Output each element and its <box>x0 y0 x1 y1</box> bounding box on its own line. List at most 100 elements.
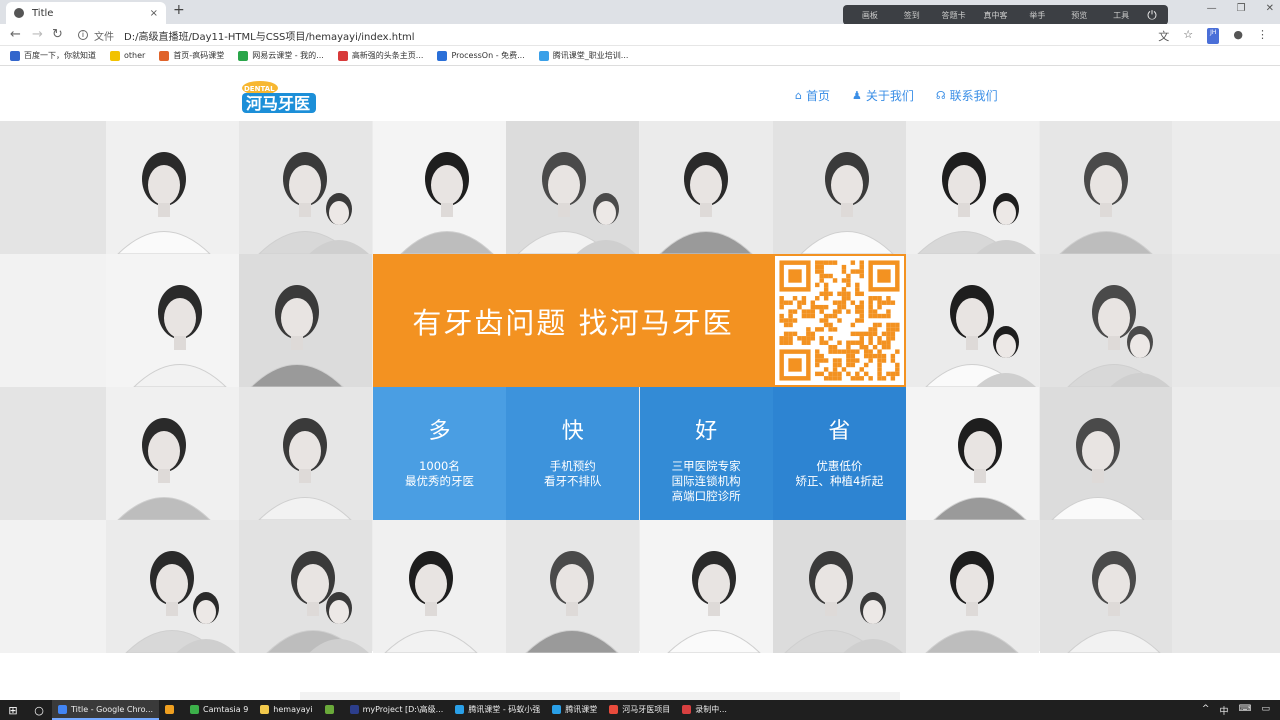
nav-link[interactable]: ☊ 联系我们 <box>936 87 998 104</box>
address-bar-row: ← → ↻ i 文件 D:/高级直播班/Day11-HTML与CSS项目/hem… <box>0 24 1280 46</box>
tray-item[interactable]: ⌨ <box>1238 704 1251 717</box>
tray-item[interactable]: 中 <box>1219 704 1228 717</box>
taskbar-app-label: myProject [D:\高级... <box>362 704 444 714</box>
portrait-photo <box>906 387 1039 520</box>
power-icon[interactable]: ⏻ <box>1142 8 1162 23</box>
nav-link[interactable]: ⌂ 首页 <box>795 87 830 104</box>
new-tab-button[interactable]: + <box>173 2 185 18</box>
search-icon[interactable]: ○ <box>26 704 52 717</box>
tray-item[interactable]: ▭ <box>1261 704 1270 717</box>
bookmark-label: 首页-疯码课堂 <box>173 51 225 60</box>
forward-arrow-icon[interactable]: → <box>32 27 43 42</box>
windows-taskbar: ⊞ ○ Title - Google Chro... Camtasia 9 hema… <box>0 700 1280 720</box>
taskbar-app[interactable] <box>319 700 344 720</box>
faded-photo-edge <box>0 254 106 387</box>
faded-photo-edge <box>1172 520 1280 653</box>
taskbar-app[interactable]: 河马牙医项目 <box>603 700 676 720</box>
tab-close-icon[interactable]: × <box>150 8 158 19</box>
bookmark-item[interactable]: ProcessOn - 免费... <box>437 50 525 61</box>
recorder-tool-5[interactable]: 预览 <box>1058 10 1100 21</box>
banner-slogan: 有牙齿问题 找河马牙医 <box>412 305 734 340</box>
svg-text:河马牙医: 河马牙医 <box>246 94 310 113</box>
recorder-tool-3[interactable]: 真中客 <box>975 10 1017 21</box>
extension-icon[interactable]: JH <box>1207 28 1220 44</box>
bookmark-label: other <box>124 51 146 60</box>
taskbar-app[interactable]: myProject [D:\高级... <box>344 700 450 720</box>
site-logo[interactable]: DENTAL 河马牙医 <box>240 79 318 113</box>
windows-start-icon[interactable]: ⊞ <box>0 704 26 717</box>
browser-tab[interactable]: Title × <box>6 2 166 24</box>
portrait-photo <box>1040 121 1173 254</box>
faded-photo-edge <box>1172 121 1280 254</box>
taskbar-app[interactable]: Camtasia 9 <box>184 700 254 720</box>
reload-icon[interactable]: ↻ <box>52 27 63 42</box>
headset-icon: ☊ <box>935 89 946 102</box>
bookmark-item[interactable]: 网易云课堂 - 我的... <box>238 50 324 61</box>
taskbar-app[interactable]: hemayayi <box>254 700 318 720</box>
portrait-photo <box>906 121 1039 254</box>
taskbar-app[interactable]: 录制中... <box>676 700 733 720</box>
star-icon[interactable]: ☆ <box>1183 28 1193 44</box>
taskbar-app[interactable] <box>159 700 184 720</box>
faded-photo-edge <box>0 387 106 520</box>
maximize-button[interactable]: ❐ <box>1237 3 1246 14</box>
app-icon <box>324 704 334 714</box>
qr-code <box>773 254 906 387</box>
window-controls: — ❐ ✕ <box>1207 3 1274 14</box>
site-nav: ⌂ 首页 ♟ 关于我们 ☊ 联系我们 <box>795 87 998 104</box>
menu-icon[interactable]: ⋮ <box>1257 28 1268 44</box>
bookmark-item[interactable]: 高新强的头条主页... <box>337 50 424 61</box>
url-text[interactable]: D:/高级直播班/Day11-HTML与CSS项目/hemayayi/index… <box>124 28 415 43</box>
feature-title: 快 <box>561 419 584 444</box>
recorder-tool-2[interactable]: 答题卡 <box>933 10 975 21</box>
browser-tab-strip: Title × + 画板 签到 答题卡 真中客 举手 预览 工具 ⏻ — ❐ ✕ <box>0 0 1280 25</box>
bookmark-item[interactable]: 首页-疯码课堂 <box>159 50 224 61</box>
info-icon[interactable]: i <box>78 30 88 40</box>
svg-text:DENTAL: DENTAL <box>244 85 275 93</box>
profile-icon[interactable]: ● <box>1233 28 1243 44</box>
qr-code-graphic <box>779 260 900 381</box>
taskbar-app[interactable]: Title - Google Chro... <box>52 700 160 720</box>
hero-banner: 有牙齿问题 找河马牙医 <box>373 254 773 387</box>
recorder-tool-1[interactable]: 签到 <box>891 10 933 21</box>
portrait-photo <box>506 520 639 653</box>
bookmark-label: 高新强的头条主页... <box>351 51 424 60</box>
app-icon <box>165 704 175 714</box>
close-window-button[interactable]: ✕ <box>1266 3 1274 14</box>
feature-description: 三甲医院专家 国际连锁机构 高端口腔诊所 <box>671 459 741 503</box>
nav-link[interactable]: ♟ 关于我们 <box>852 87 914 104</box>
app-icon <box>455 704 465 714</box>
minimize-button[interactable]: — <box>1207 3 1217 14</box>
bookmark-item[interactable]: other <box>110 50 146 61</box>
bookmark-item[interactable]: 百度一下，你就知道 <box>10 50 96 61</box>
portrait-photo <box>239 520 372 653</box>
home-icon: ⌂ <box>795 89 802 102</box>
portrait-photo <box>1040 520 1173 653</box>
portrait-photo <box>1040 387 1173 520</box>
feature-description: 1000名 最优秀的牙医 <box>405 459 474 488</box>
portrait-photo <box>373 520 506 653</box>
portrait-photo <box>106 121 239 254</box>
tray-item[interactable]: ^ <box>1202 704 1210 717</box>
bookmark-item[interactable]: 腾讯课堂_职业培训... <box>538 50 628 61</box>
portrait-photo <box>506 121 639 254</box>
user-icon: ♟ <box>852 89 862 102</box>
nav-link-label: 关于我们 <box>865 89 914 103</box>
portrait-photo <box>239 387 372 520</box>
translate-icon[interactable]: 文 <box>1158 28 1169 44</box>
back-arrow-icon[interactable]: ← <box>10 27 21 42</box>
hippo-logo-graphic: DENTAL 河马牙医 <box>242 81 316 113</box>
recorder-tool-4[interactable]: 举手 <box>1016 10 1058 21</box>
portrait-photo <box>106 387 239 520</box>
taskbar-app[interactable]: 腾讯课堂 <box>546 700 603 720</box>
taskbar-app[interactable]: 腾讯课堂 - 码蚁小强 <box>449 700 546 720</box>
recorder-tool-6[interactable]: 工具 <box>1100 10 1142 21</box>
portrait-photo <box>773 121 906 254</box>
bookmark-label: 网易云课堂 - 我的... <box>252 51 324 60</box>
portrait-photo <box>106 520 239 653</box>
app-icon <box>260 704 270 714</box>
url-bar[interactable]: i 文件 D:/高级直播班/Day11-HTML与CSS项目/hemayayi/… <box>72 26 1152 44</box>
system-tray: ^ 中 ⌨ ▭ <box>1202 704 1280 717</box>
recorder-tool-0[interactable]: 画板 <box>849 10 891 21</box>
taskbar-app-label: 录制中... <box>695 704 727 714</box>
